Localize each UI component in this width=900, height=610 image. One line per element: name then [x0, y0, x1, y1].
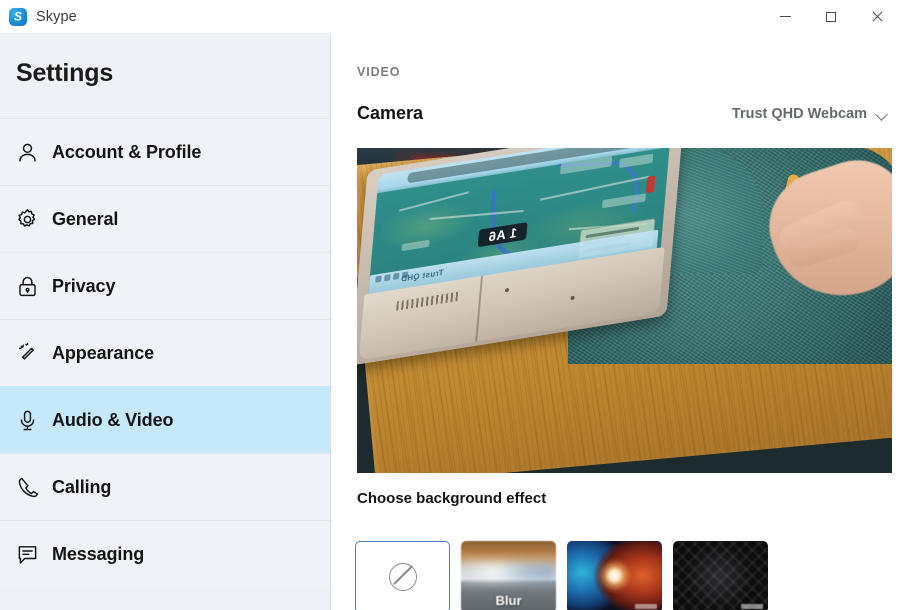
sidebar-item-calling[interactable]: Calling: [0, 453, 330, 520]
preview-phone-port: [504, 287, 510, 293]
phone-icon: [10, 472, 44, 502]
background-option-label: Blur: [495, 593, 522, 608]
camera-device-dropdown[interactable]: Trust QHD Webcam: [732, 106, 891, 122]
no-effect-icon: [388, 563, 417, 591]
watermark-icon: [741, 604, 763, 609]
skype-settings-window: S Skype Settings Account & Profile Gener…: [0, 0, 900, 610]
skype-logo-letter: S: [13, 9, 22, 23]
close-icon: [871, 11, 883, 23]
camera-heading: Camera: [357, 103, 424, 123]
sidebar-item-general[interactable]: General: [0, 185, 330, 252]
app-title: Skype: [36, 8, 77, 25]
person-icon: [10, 137, 44, 167]
background-option-dark-pattern[interactable]: [673, 541, 768, 610]
watermark-icon: [635, 604, 657, 609]
maximize-button[interactable]: [808, 0, 854, 33]
sidebar-item-account-profile[interactable]: Account & Profile: [0, 118, 330, 185]
magic-wand-icon: [10, 338, 44, 368]
sidebar-item-messaging[interactable]: Messaging: [0, 520, 330, 587]
gear-icon: [10, 204, 44, 234]
background-effect-options: Blur: [355, 541, 768, 610]
preview-map-marker: [646, 175, 656, 194]
camera-device-value: Trust QHD Webcam: [731, 105, 867, 122]
sidebar-item-label: Account & Profile: [52, 141, 202, 162]
camera-row: Camera Trust QHD Webcam: [357, 103, 891, 124]
close-button[interactable]: [854, 0, 900, 33]
sidebar-item-audio-video[interactable]: Audio & Video: [0, 386, 330, 453]
sidebar-item-label: Calling: [52, 476, 112, 497]
chat-bubble-icon: [10, 539, 44, 569]
lock-icon: [10, 271, 44, 301]
window-controls: [762, 0, 900, 33]
sidebar-item-label: Messaging: [52, 543, 145, 564]
title-bar-left: S Skype: [0, 7, 762, 26]
settings-sidebar: Settings Account & Profile General Priva…: [0, 33, 331, 610]
background-option-blur[interactable]: Blur: [461, 541, 556, 610]
microphone-icon: [10, 405, 44, 435]
sidebar-item-label: Appearance: [52, 342, 155, 363]
sidebar-item-privacy[interactable]: Privacy: [0, 252, 330, 319]
background-option-none[interactable]: [355, 541, 450, 610]
maximize-icon: [826, 11, 836, 22]
settings-main-panel: VIDEO Camera Trust QHD Webcam 1 A6 Trust…: [331, 33, 900, 610]
preview-phone-speaker-grille: [396, 291, 459, 311]
settings-nav-list: Account & Profile General Privacy Appear…: [0, 118, 330, 587]
chevron-down-icon: [876, 110, 889, 118]
title-bar: S Skype: [0, 0, 900, 33]
camera-preview: 1 A6 Trust QHD: [357, 148, 892, 473]
background-effect-heading: Choose background effect: [357, 490, 547, 507]
sidebar-item-appearance[interactable]: Appearance: [0, 319, 330, 386]
sidebar-item-label: General: [52, 208, 119, 229]
preview-phone-hinge-seam: [475, 275, 483, 342]
preview-phone-mic: [570, 295, 575, 301]
minimize-icon: [779, 16, 791, 17]
minimize-button[interactable]: [762, 0, 808, 33]
background-option-cosmos[interactable]: [567, 541, 662, 610]
sidebar-item-label: Privacy: [52, 275, 116, 296]
sidebar-item-label: Audio & Video: [52, 409, 174, 430]
section-label-video: VIDEO: [357, 65, 401, 79]
page-title: Settings: [16, 59, 114, 87]
skype-logo-icon: S: [9, 7, 27, 26]
